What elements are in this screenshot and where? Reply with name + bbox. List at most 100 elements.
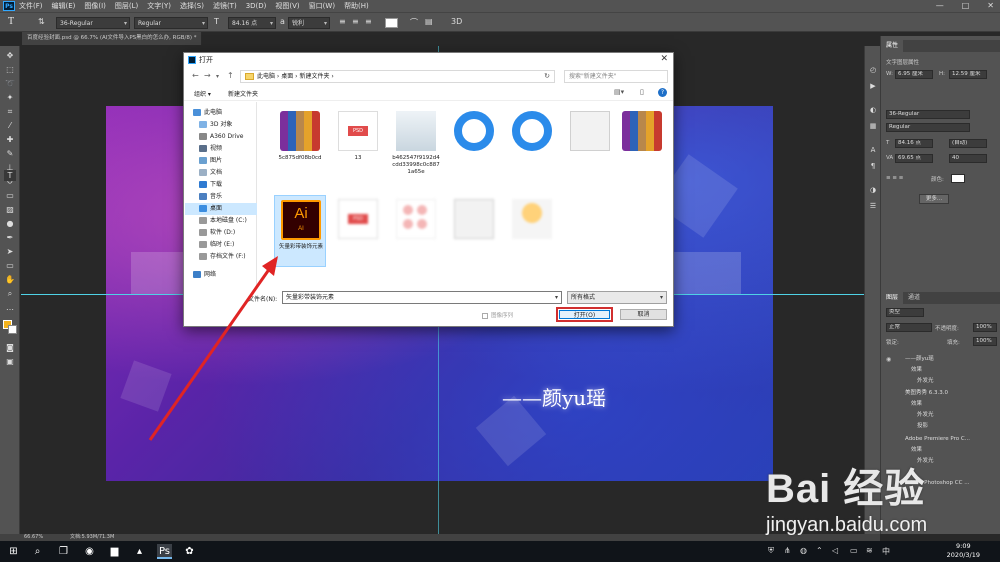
layer-item[interactable]: 美图秀秀 6.3.3.0 xyxy=(881,388,1000,399)
font-style-select[interactable]: Regular xyxy=(134,17,208,29)
pen-tool-icon[interactable]: ✒ xyxy=(4,232,16,243)
breadcrumb-folder[interactable]: 新建文件夹 xyxy=(299,73,329,80)
nav-3d-objects[interactable]: 3D 对象 xyxy=(185,119,257,131)
image-sequence-checkbox[interactable] xyxy=(482,312,488,319)
minimize-button[interactable]: — xyxy=(936,0,944,12)
transform-h-field[interactable]: 12.59 厘米 xyxy=(949,70,987,79)
filename-input[interactable]: 矢量彩带装饰元素 xyxy=(282,291,562,304)
more-tools-icon[interactable]: … xyxy=(4,302,16,313)
text-color-swatch[interactable] xyxy=(385,18,398,28)
file-item[interactable]: b462547f9192d4cdd33998c0c8871a65e xyxy=(390,107,442,179)
menu-type[interactable]: 文字(Y) xyxy=(147,1,171,11)
align-center-icon[interactable]: ≡ xyxy=(352,17,359,26)
char-size-field[interactable]: 84.16 点 xyxy=(895,139,933,148)
character-panel-icon[interactable]: A xyxy=(868,146,878,156)
canvas-signature-text[interactable]: ——颜yu瑶 xyxy=(502,382,606,411)
nav-drive-e[interactable]: 临时 (E:) xyxy=(185,239,257,251)
align-buttons[interactable]: ≡ ≡ ≡ xyxy=(886,175,903,181)
tray-up-icon[interactable]: ⌃ xyxy=(816,546,823,555)
nav-this-pc[interactable]: 此电脑 xyxy=(185,107,257,119)
close-window-button[interactable]: ✕ xyxy=(987,0,994,12)
tab-properties[interactable]: 属性 xyxy=(881,40,904,52)
breadcrumb-desktop[interactable]: 桌面 xyxy=(281,73,293,80)
crop-tool-icon[interactable]: ⌗ xyxy=(4,106,16,117)
file-item[interactable] xyxy=(564,107,616,179)
fill-field[interactable]: 100% xyxy=(973,337,997,346)
libraries-panel-icon[interactable]: ☰ xyxy=(868,202,878,212)
nav-documents[interactable]: 文档 xyxy=(185,167,257,179)
nav-drive-f[interactable]: 存档文件 (F:) xyxy=(185,251,257,263)
nav-drive-d[interactable]: 软件 (D:) xyxy=(185,227,257,239)
file-item[interactable]: 5c875df08b0cd xyxy=(274,107,326,179)
menu-image[interactable]: 图像(I) xyxy=(84,1,106,11)
character-panel-icon[interactable]: ▤ xyxy=(425,17,433,26)
image-sequence-option[interactable]: 图像序列 xyxy=(482,311,513,319)
char-color-swatch[interactable] xyxy=(951,174,965,183)
hand-tool-icon[interactable]: ✋ xyxy=(4,274,16,285)
nav-desktop[interactable]: 桌面 xyxy=(185,203,257,215)
file-item-selected[interactable]: Ai AI 矢量彩带装饰元素 xyxy=(274,195,326,267)
menu-3d[interactable]: 3D(D) xyxy=(246,2,267,10)
shape-tool-icon[interactable]: ▭ xyxy=(4,260,16,271)
lasso-tool-icon[interactable]: ➰ xyxy=(4,78,16,89)
char-font-select[interactable]: 36-Regular xyxy=(886,110,970,119)
nav-music[interactable]: 音乐 xyxy=(185,191,257,203)
menu-help[interactable]: 帮助(H) xyxy=(344,1,369,11)
tab-channels[interactable]: 通道 xyxy=(903,292,925,304)
layer-effects-item[interactable]: 效果 xyxy=(881,399,1000,410)
baidu-taskbar-icon[interactable]: ✿ xyxy=(182,544,197,559)
path-select-icon[interactable]: ➤ xyxy=(4,246,16,257)
eyedropper-icon[interactable]: ⁄ xyxy=(4,120,16,131)
tray-volume-icon[interactable]: ◁ xyxy=(832,546,838,555)
task-view-icon[interactable]: ❐ xyxy=(56,544,71,559)
file-item[interactable] xyxy=(332,195,384,267)
layer-effect-item[interactable]: 外发光 xyxy=(881,410,1000,421)
tray-shield-icon[interactable]: ⛨ xyxy=(768,546,774,556)
color-panel-icon[interactable]: ◐ xyxy=(868,106,878,116)
layer-item[interactable]: ◉ ——颜yu瑶 xyxy=(881,354,1000,365)
font-family-select[interactable]: 36-Regular xyxy=(56,17,130,29)
nav-a360[interactable]: A360 Drive xyxy=(185,131,257,143)
nav-downloads[interactable]: 下载 xyxy=(185,179,257,191)
refresh-icon[interactable]: ↻ xyxy=(544,71,550,82)
actions-panel-icon[interactable]: ▶ xyxy=(868,82,878,92)
tray-network-icon[interactable]: ⋔ xyxy=(784,546,791,555)
media-encoder-icon[interactable]: ▴ xyxy=(132,544,147,559)
maximize-button[interactable]: □ xyxy=(962,0,970,12)
tray-app-icon[interactable]: ◍ xyxy=(800,546,807,555)
font-size-select[interactable]: 84.16 点 xyxy=(228,17,276,29)
eraser-tool-icon[interactable]: ▭ xyxy=(4,190,16,201)
menu-window[interactable]: 窗口(W) xyxy=(309,1,335,11)
dialog-close-icon[interactable]: ✕ xyxy=(660,54,668,64)
layer-item[interactable]: Adobe Premiere Pro C... xyxy=(881,434,1000,445)
taskbar-clock[interactable]: 9:09 2020/3/19 xyxy=(947,542,980,560)
up-arrow-icon[interactable]: ↑ xyxy=(227,71,234,80)
zoom-level[interactable]: 66.67% xyxy=(24,534,43,541)
layer-effect-item[interactable]: 外发光 xyxy=(881,376,1000,387)
marquee-tool-icon[interactable]: ⬚ xyxy=(4,64,16,75)
warp-text-icon[interactable]: ⌒ xyxy=(410,17,418,28)
3d-button[interactable]: 3D xyxy=(451,17,462,26)
nav-pictures[interactable]: 图片 xyxy=(185,155,257,167)
magic-wand-icon[interactable]: ✦ xyxy=(4,92,16,103)
back-arrow-icon[interactable]: ← xyxy=(192,71,199,80)
search-input[interactable]: 搜索"新建文件夹" xyxy=(564,70,668,83)
blend-mode-select[interactable]: 正常 xyxy=(886,323,932,332)
document-tab[interactable]: 百度经验封面.psd @ 66.7% (AI文件导入PS黑白的怎么办, RGB/… xyxy=(22,32,202,45)
tab-layers[interactable]: 图层 xyxy=(881,292,904,304)
align-right-icon[interactable]: ≡ xyxy=(365,17,372,26)
char-kerning-field[interactable]: 40 xyxy=(949,154,987,163)
file-item[interactable] xyxy=(448,107,500,179)
type-tool-icon[interactable]: T xyxy=(4,170,16,181)
nav-drive-c[interactable]: 本地磁盘 (C:) xyxy=(185,215,257,227)
help-icon[interactable]: ? xyxy=(658,88,667,97)
cancel-button[interactable]: 取消 xyxy=(620,309,667,320)
preview-pane-icon[interactable]: ▯ xyxy=(640,88,644,96)
move-tool-icon[interactable]: ✥ xyxy=(4,50,16,61)
new-folder-button[interactable]: 新建文件夹 xyxy=(228,89,258,98)
layer-effects-item[interactable]: 效果 xyxy=(881,445,1000,456)
dodge-tool-icon[interactable]: ● xyxy=(4,218,16,229)
browser-icon[interactable]: ◉ xyxy=(82,544,97,559)
zoom-tool-icon[interactable]: ⌕ xyxy=(4,288,16,299)
healing-brush-icon[interactable]: ✚ xyxy=(4,134,16,145)
